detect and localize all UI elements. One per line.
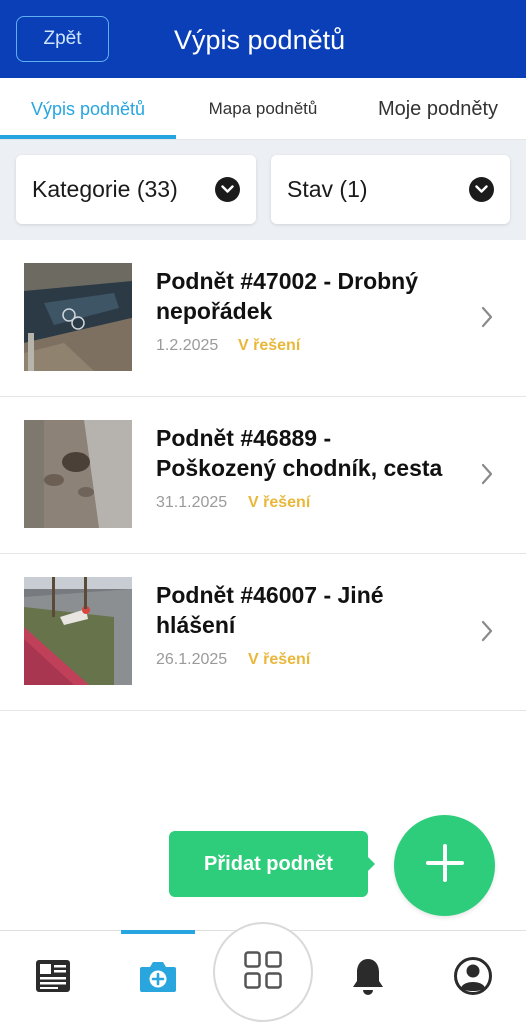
status-filter[interactable]: Stav (1) bbox=[271, 155, 510, 224]
filter-bar: Kategorie (33) Stav (1) bbox=[0, 140, 526, 240]
add-label-pointer bbox=[366, 855, 375, 873]
nav-notifications[interactable] bbox=[330, 931, 406, 1024]
report-photo bbox=[24, 420, 132, 528]
report-title: Podnět #46889 - Poškozený chodník, cesta bbox=[156, 425, 443, 481]
back-button[interactable]: Zpět bbox=[16, 16, 109, 62]
report-date: 26.1.2025 bbox=[156, 651, 228, 668]
tab-list[interactable]: Výpis podnětů bbox=[0, 78, 176, 140]
list-item[interactable]: Podnět #47002 - Drobný nepořádek 1.2.202… bbox=[0, 240, 526, 397]
report-date: 1.2.2025 bbox=[156, 337, 219, 354]
bell-icon bbox=[351, 956, 385, 1001]
tab-map[interactable]: Mapa podnětů bbox=[176, 78, 350, 140]
nav-news[interactable] bbox=[14, 931, 92, 1024]
report-date: 31.1.2025 bbox=[156, 494, 228, 511]
status-filter-label: Stav (1) bbox=[287, 176, 368, 202]
report-photo bbox=[24, 263, 132, 371]
report-title: Podnět #46007 - Jiné hlášení bbox=[156, 582, 384, 638]
status-badge: V řešení bbox=[238, 337, 301, 354]
status-badge: V řešení bbox=[248, 651, 311, 668]
nav-menu[interactable] bbox=[213, 922, 313, 1022]
add-report-button[interactable] bbox=[394, 815, 495, 916]
nav-reports[interactable] bbox=[120, 931, 196, 1024]
user-icon bbox=[453, 956, 493, 1001]
nav-profile[interactable] bbox=[434, 931, 512, 1024]
active-tab-indicator bbox=[0, 135, 176, 139]
report-photo bbox=[24, 577, 132, 685]
list-item[interactable]: Podnět #46007 - Jiné hlášení 26.1.2025 V… bbox=[0, 554, 526, 711]
category-filter-label: Kategorie (33) bbox=[32, 176, 178, 202]
bottom-navigation bbox=[0, 922, 526, 1024]
tab-bar: Výpis podnětů Mapa podnětů Moje podněty bbox=[0, 78, 526, 140]
add-report-label-button[interactable]: Přidat podnět bbox=[169, 831, 368, 897]
report-title: Podnět #47002 - Drobný nepořádek bbox=[156, 268, 419, 324]
category-filter[interactable]: Kategorie (33) bbox=[16, 155, 256, 224]
tab-my[interactable]: Moje podněty bbox=[350, 78, 526, 140]
chevron-right-icon bbox=[480, 620, 494, 647]
news-icon bbox=[34, 957, 72, 1000]
chevron-right-icon bbox=[480, 306, 494, 333]
grid-icon bbox=[243, 950, 283, 995]
app-header: Zpět Výpis podnětů bbox=[0, 0, 526, 78]
chevron-down-icon bbox=[215, 177, 240, 202]
camera-add-icon bbox=[138, 958, 178, 999]
report-list: Podnět #47002 - Drobný nepořádek 1.2.202… bbox=[0, 240, 526, 711]
status-badge: V řešení bbox=[248, 494, 311, 511]
list-item[interactable]: Podnět #46889 - Poškozený chodník, cesta… bbox=[0, 397, 526, 554]
chevron-right-icon bbox=[480, 463, 494, 490]
page-title: Výpis podnětů bbox=[174, 25, 346, 55]
plus-icon bbox=[425, 843, 465, 888]
chevron-down-icon bbox=[469, 177, 494, 202]
